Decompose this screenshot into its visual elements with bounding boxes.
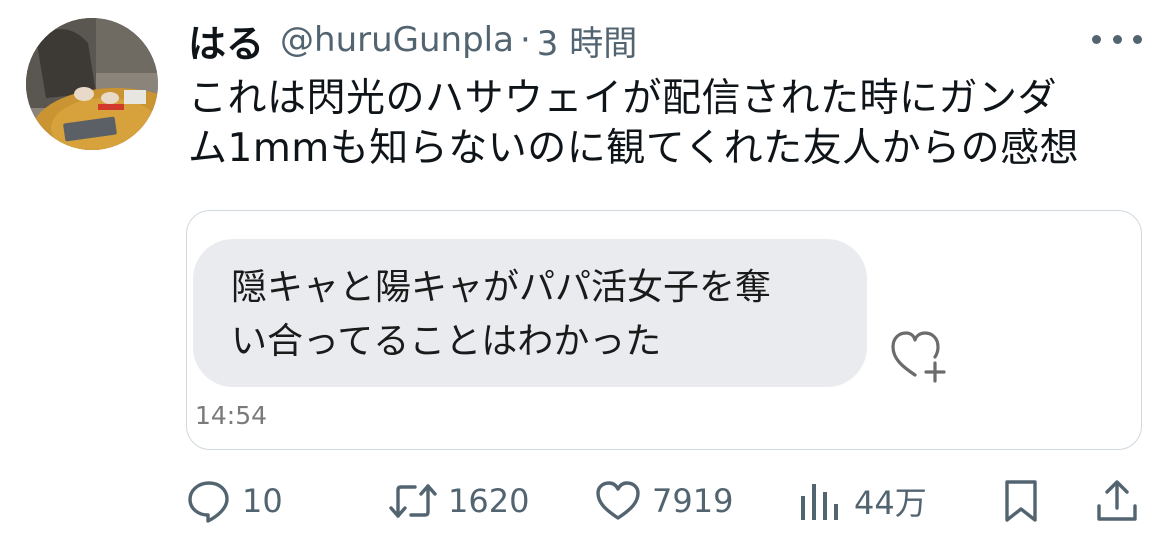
separator-dot: · [519,20,531,60]
tweet-text: これは閃光のハサウェイが配信された時にガンダ ム1mmも知らないのに観てくれた友… [188,74,1148,174]
heart-icon [596,481,640,520]
retweet-count: 1620 [448,482,530,520]
avatar[interactable] [26,18,158,150]
chat-bubble: 隠キャと陽キャがパパ活女子を奪 い合ってることはわかった [193,239,867,387]
views-button[interactable]: 44万 [798,466,927,536]
attached-image[interactable]: 隠キャと陽キャがパパ活女子を奪 い合ってることはわかった 14:54 [186,210,1142,450]
retweet-icon [389,484,437,518]
bookmark-button[interactable] [998,466,1044,536]
avatar-photo [26,18,158,150]
action-bar: 10 1620 7919 44万 [0,466,1170,536]
user-handle[interactable]: @huruGunpla [280,20,514,60]
tweet-timestamp[interactable]: 3 時間 [537,16,637,65]
chat-message-line: 隠キャと陽キャがパパ活女子を奪 [231,267,772,308]
reply-button[interactable]: 10 [186,466,283,536]
like-button[interactable]: 7919 [594,466,733,536]
heart-plus-icon [891,331,946,383]
share-button[interactable] [1094,466,1140,536]
more-options-icon[interactable] [1092,24,1142,54]
tweet-text-line: ム1mmも知らないのに観てくれた友人からの感想 [188,126,1080,171]
like-count: 7919 [652,482,734,520]
tweet-text-line: これは閃光のハサウェイが配信された時にガンダ [188,76,1058,121]
views-count: 44万 [854,484,927,522]
chat-message-line: い合ってることはわかった [231,321,662,362]
display-name[interactable]: はる [188,13,264,68]
message-timestamp: 14:54 [195,401,268,430]
reply-icon [188,481,229,523]
retweet-button[interactable]: 1620 [388,466,529,536]
views-bar-chart-icon [801,484,838,520]
bookmark-icon [1005,480,1037,522]
share-icon [1097,480,1137,521]
reply-count: 10 [242,482,283,520]
tweet-header: はる @huruGunpla · 3 時間 [188,14,637,66]
